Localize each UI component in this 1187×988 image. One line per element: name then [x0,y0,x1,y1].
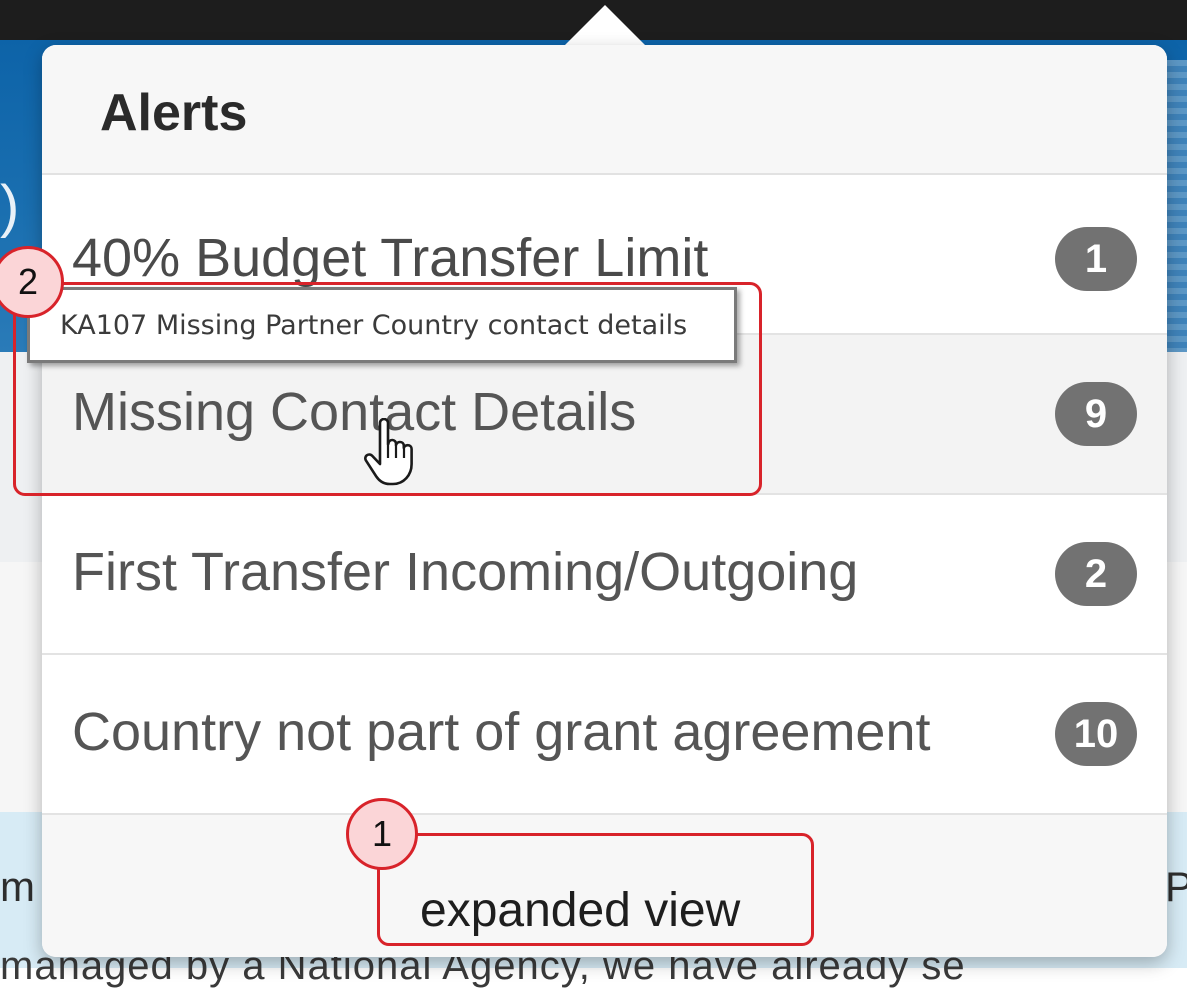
info-text-fragment-left: m [0,863,35,910]
banner-text-fragment: ) [0,174,20,239]
alert-label: 40% Budget Transfer Limit [72,228,709,288]
alert-count-badge: 1 [1055,227,1137,291]
alert-count-badge: 10 [1055,702,1137,766]
alert-count-badge: 2 [1055,542,1137,606]
alert-label: Country not part of grant agreement [72,702,931,762]
alerts-popover: Alerts 40% Budget Transfer Limit 1 Missi… [42,45,1167,957]
banner-decoration [1167,60,1187,352]
alert-label: First Transfer Incoming/Outgoing [72,542,859,602]
highlight-box-2 [13,282,762,496]
popover-header: Alerts [42,45,1167,175]
highlight-box-1 [377,833,814,946]
callout-number-1: 1 [346,798,418,870]
alert-count-badge: 9 [1055,382,1137,446]
alert-item-country-not-in-agreement[interactable]: Country not part of grant agreement 10 [42,655,1167,815]
alert-item-first-transfer[interactable]: First Transfer Incoming/Outgoing 2 [42,495,1167,655]
popover-title: Alerts [100,84,248,142]
popover-arrow [563,5,647,47]
info-text-fragment-right: P [1165,863,1187,910]
